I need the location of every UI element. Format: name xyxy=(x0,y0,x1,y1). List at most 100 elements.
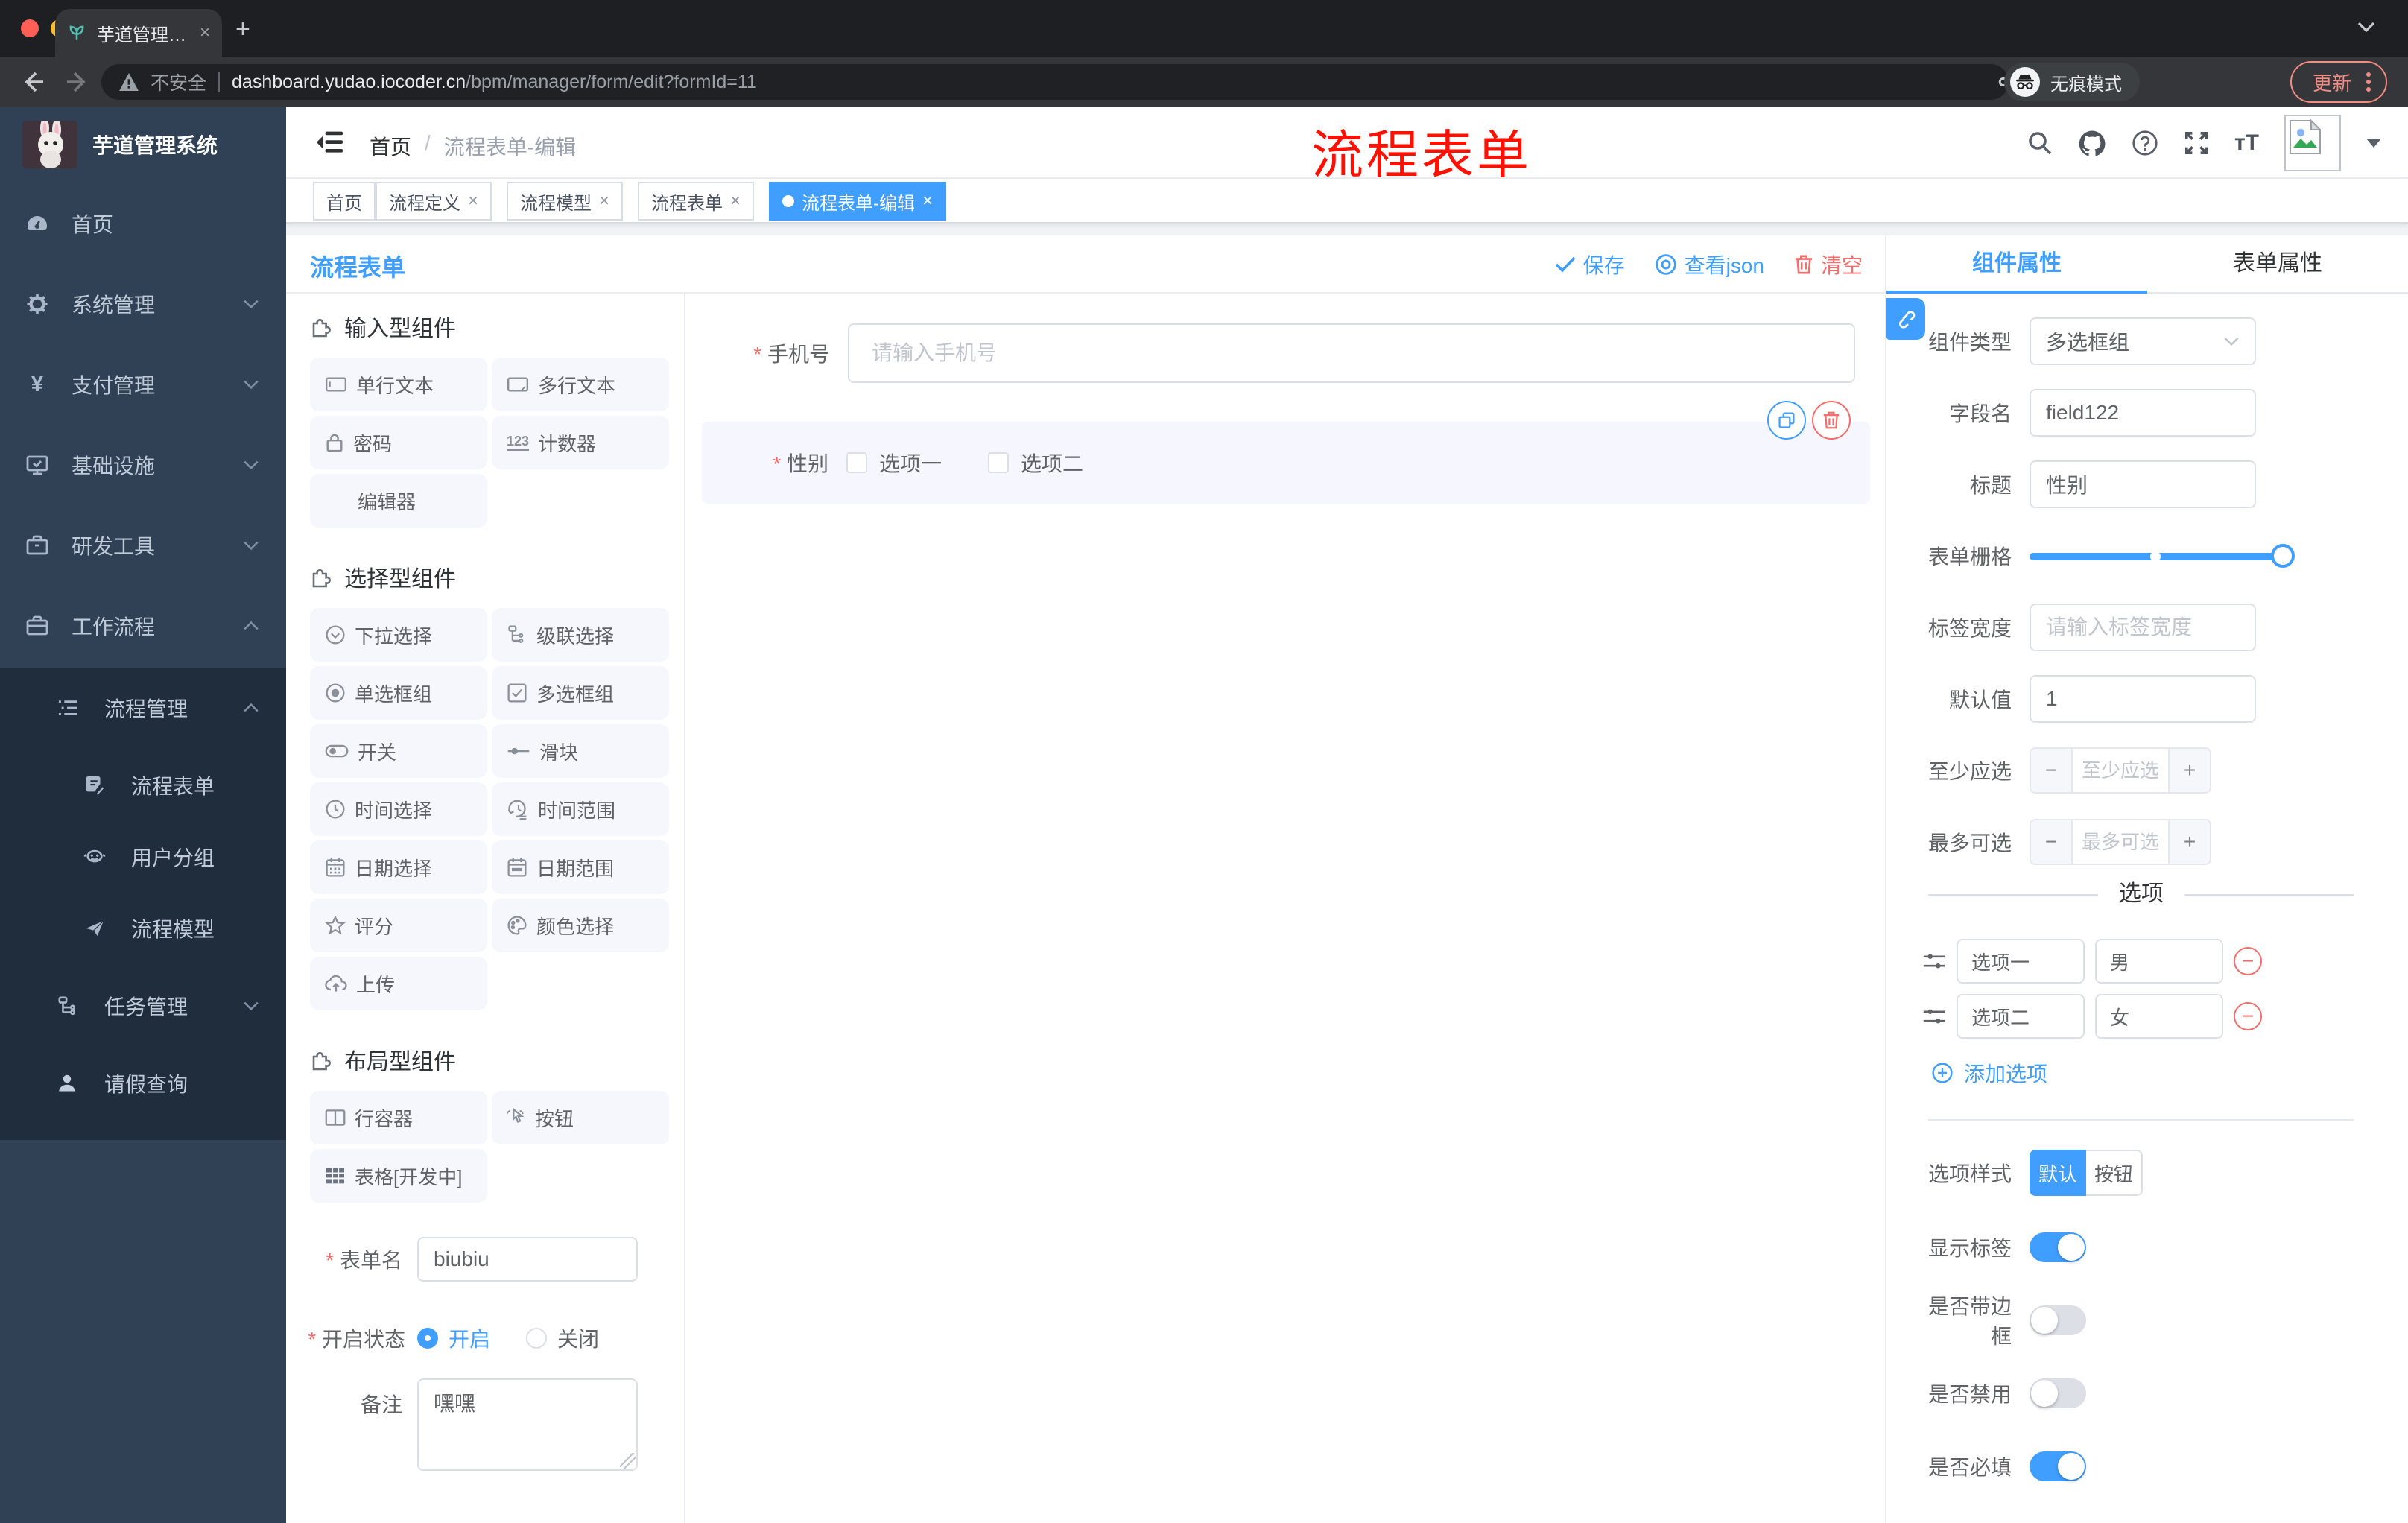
palette-item-time-range[interactable]: 时间范围 xyxy=(492,782,669,836)
browser-tab[interactable]: 芋道管理系统 × xyxy=(55,9,222,57)
palette-item-slider[interactable]: 滑块 xyxy=(492,724,669,778)
tag-process-form[interactable]: 流程表单 × xyxy=(638,182,755,221)
title-input[interactable] xyxy=(2030,460,2256,508)
palette-item-rate[interactable]: 评分 xyxy=(310,899,487,952)
avatar-caret-icon[interactable] xyxy=(2366,139,2381,148)
label-width-input[interactable] xyxy=(2030,604,2256,651)
show-label-toggle[interactable] xyxy=(2030,1232,2086,1262)
canvas[interactable]: 手机号 性别 选项一 xyxy=(685,294,1885,1523)
sidebar-item-task-mgmt[interactable]: 任务管理 xyxy=(0,970,286,1042)
status-off-radio[interactable]: 关闭 xyxy=(526,1323,599,1353)
sidebar-collapse-icon[interactable] xyxy=(316,130,343,155)
canvas-field-phone[interactable]: 手机号 xyxy=(703,323,1870,383)
tag-process-model[interactable]: 流程模型 × xyxy=(507,182,624,221)
tab-form-props[interactable]: 表单属性 xyxy=(2147,235,2408,292)
sidebar-item-process-model[interactable]: 流程模型 xyxy=(0,893,286,964)
palette-item-table[interactable]: 表格[开发中] xyxy=(310,1149,487,1203)
breadcrumb-home[interactable]: 首页 xyxy=(370,131,411,161)
required-toggle[interactable] xyxy=(2030,1451,2086,1481)
fullscreen-icon[interactable] xyxy=(2184,130,2209,156)
canvas-field-gender-selected[interactable]: 性别 选项一 选项二 xyxy=(702,401,1870,504)
traffic-close-button[interactable] xyxy=(21,19,39,37)
drag-handle-icon[interactable] xyxy=(1922,951,1946,972)
option-2-label-input[interactable] xyxy=(1956,994,2085,1039)
browser-menu-kebab-icon[interactable] xyxy=(2366,72,2371,92)
palette-item-password[interactable]: 密码 xyxy=(310,416,487,469)
form-name-input[interactable] xyxy=(417,1237,638,1282)
tag-close-icon[interactable]: × xyxy=(468,191,478,212)
tag-process-form-edit[interactable]: 流程表单-编辑 × xyxy=(769,182,947,221)
component-type-select[interactable]: 多选框组 xyxy=(2030,317,2256,365)
slider-track[interactable] xyxy=(2030,553,2292,560)
palette-item-date-range[interactable]: 日期范围 xyxy=(492,840,669,894)
tab-close-icon[interactable]: × xyxy=(200,22,210,43)
sidebar-item-process-mgmt[interactable]: 流程管理 xyxy=(0,672,286,744)
stepper-minus-button[interactable]: − xyxy=(2031,749,2073,792)
search-icon[interactable] xyxy=(2027,130,2053,156)
tag-process-definition[interactable]: 流程定义 × xyxy=(376,182,492,221)
drag-handle-icon[interactable] xyxy=(1922,1006,1946,1027)
palette-item-single-text[interactable]: 单行文本 xyxy=(310,358,487,411)
palette-item-checkbox-group[interactable]: 多选框组 xyxy=(492,666,669,720)
disabled-toggle[interactable] xyxy=(2030,1378,2086,1408)
sidebar-item-infrastructure[interactable]: 基础设施 xyxy=(0,428,286,502)
field-name-input[interactable] xyxy=(2030,389,2256,437)
option-1-value-input[interactable] xyxy=(2095,939,2223,984)
sidebar-item-payment[interactable]: ¥ 支付管理 xyxy=(0,347,286,422)
palette-item-time-picker[interactable]: 时间选择 xyxy=(310,782,487,836)
max-select-input[interactable] xyxy=(2073,820,2168,864)
min-select-input[interactable] xyxy=(2073,749,2168,792)
sidebar-item-user-groups[interactable]: 用户分组 xyxy=(0,821,286,893)
stepper-plus-button[interactable]: + xyxy=(2168,820,2210,864)
palette-item-upload[interactable]: 上传 xyxy=(310,957,487,1010)
font-size-icon[interactable]: ᴛT xyxy=(2234,130,2259,156)
address-bar[interactable]: 不安全 dashboard.yudao.iocoder.cn/bpm/manag… xyxy=(101,64,2009,100)
update-menu-button[interactable]: 更新 xyxy=(2290,61,2387,103)
copy-field-button[interactable] xyxy=(1767,401,1806,440)
palette-item-multi-text[interactable]: 多行文本 xyxy=(492,358,669,411)
back-icon[interactable] xyxy=(21,70,45,94)
forward-icon[interactable] xyxy=(66,70,89,94)
palette-item-counter[interactable]: 123 计数器 xyxy=(492,416,669,469)
palette-item-button[interactable]: 按钮 xyxy=(492,1091,669,1144)
add-option-button[interactable]: 添加选项 xyxy=(1931,1058,2408,1088)
tag-home[interactable]: 首页 xyxy=(313,182,376,221)
palette-item-radio-group[interactable]: 单选框组 xyxy=(310,666,487,720)
palette-item-editor[interactable]: 编辑器 xyxy=(310,474,487,528)
with-border-toggle[interactable] xyxy=(2030,1305,2086,1335)
tab-component-props[interactable]: 组件属性 xyxy=(1886,235,2147,294)
tag-close-icon[interactable]: × xyxy=(730,191,741,212)
option-1-label-input[interactable] xyxy=(1956,939,2085,984)
sidebar-item-home[interactable]: 首页 xyxy=(0,186,286,261)
sidebar-item-process-form[interactable]: 流程表单 xyxy=(0,750,286,821)
slider-handle[interactable] xyxy=(2271,544,2295,568)
github-icon[interactable] xyxy=(2078,130,2106,156)
style-button-button[interactable]: 按钮 xyxy=(2086,1150,2143,1196)
sidebar-item-workflow[interactable]: 工作流程 xyxy=(0,589,286,663)
avatar[interactable] xyxy=(2284,115,2341,171)
gender-option-1-checkbox[interactable]: 选项一 xyxy=(846,448,942,478)
remove-option-button[interactable]: − xyxy=(2234,1002,2262,1030)
form-remark-textarea[interactable]: 嘿嘿 xyxy=(417,1378,638,1471)
status-on-radio[interactable]: 开启 xyxy=(417,1323,490,1353)
save-button[interactable]: 保存 xyxy=(1555,250,1625,279)
palette-item-switch[interactable]: 开关 xyxy=(310,724,487,778)
remove-option-button[interactable]: − xyxy=(2234,947,2262,975)
delete-field-button[interactable] xyxy=(1812,401,1851,440)
form-grid-slider[interactable] xyxy=(2030,533,2295,578)
palette-item-cascader[interactable]: 级联选择 xyxy=(492,608,669,662)
palette-item-row-container[interactable]: 行容器 xyxy=(310,1091,487,1144)
option-2-value-input[interactable] xyxy=(2095,994,2223,1039)
clear-button[interactable]: 清空 xyxy=(1794,250,1863,279)
sidebar-item-leave-query[interactable]: 请假查询 xyxy=(0,1048,286,1119)
palette-item-date-picker[interactable]: 日期选择 xyxy=(310,840,487,894)
default-value-input[interactable] xyxy=(2030,675,2256,723)
tag-close-icon[interactable]: × xyxy=(922,191,933,212)
sidebar-item-devtools[interactable]: 研发工具 xyxy=(0,508,286,583)
palette-item-select[interactable]: 下拉选择 xyxy=(310,608,487,662)
stepper-plus-button[interactable]: + xyxy=(2168,749,2210,792)
sidebar-logo[interactable]: 芋道管理系统 xyxy=(0,107,286,182)
tag-close-icon[interactable]: × xyxy=(599,191,609,212)
gender-option-2-checkbox[interactable]: 选项二 xyxy=(988,448,1083,478)
stepper-minus-button[interactable]: − xyxy=(2031,820,2073,864)
